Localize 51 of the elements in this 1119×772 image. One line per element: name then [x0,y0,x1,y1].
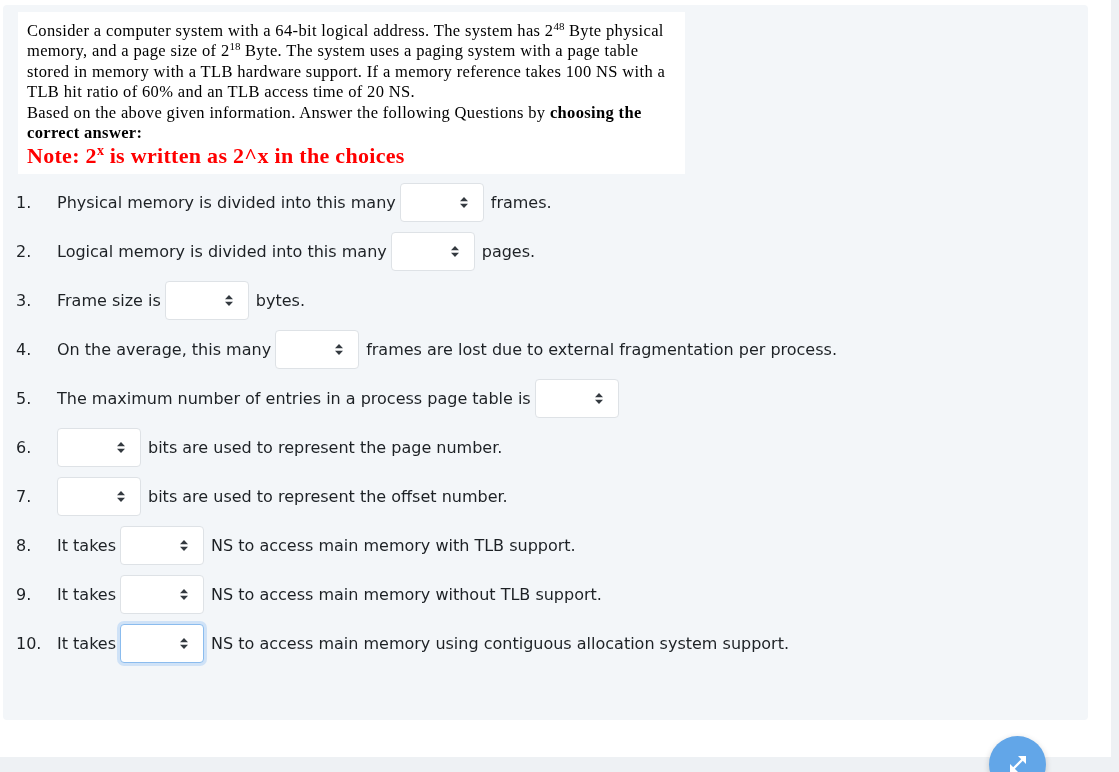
up-down-caret-icon [594,393,603,405]
question-text: It takes [57,634,117,654]
question-text: bits are used to represent the offset number. [148,487,508,507]
question-number: 9. [16,585,33,605]
note-text: Note: 2$^{x}$ is written as 2^x in the choices [27,144,406,169]
up-down-caret-icon [180,589,189,601]
question-text: bytes. [255,291,305,311]
question-number: 5. [16,389,33,409]
answer-select[interactable] [534,379,619,419]
answer-select[interactable] [120,526,205,566]
up-down-caret-icon [117,442,125,454]
answer-select[interactable] [399,183,484,223]
answer-select[interactable] [275,330,360,370]
up-down-caret-icon [224,295,233,307]
question-number: 6. [16,438,33,458]
question-number: 3. [16,291,33,311]
instruction-text: Based on the above given information. Answer the following Questions by choosing the correct answer: [27,102,643,144]
question-number: 8. [16,536,33,556]
question-text: bits are used to represent the page number. [148,438,503,458]
answer-select[interactable] [57,428,141,468]
question-text: NS to access main memory without TLB support. [211,585,602,605]
question-text: Logical memory is divided into this many [57,242,387,262]
answer-select[interactable] [164,281,249,321]
up-down-caret-icon [180,638,189,650]
answer-select[interactable] [120,575,205,615]
up-down-caret-icon [180,540,189,552]
question-text: It takes [57,536,117,556]
question-text: The maximum number of entries in a process page table is [57,389,531,409]
answer-select[interactable] [390,232,475,272]
question-number: 4. [16,340,33,360]
answer-select[interactable] [120,624,205,664]
question-text: NS to access main memory using contiguous allocation system support. [211,634,790,654]
up-down-caret-icon [335,344,344,356]
question-text: frames. [490,193,552,213]
question-number: 1. [16,193,33,213]
answer-select[interactable] [57,477,141,517]
question-text: frames are lost due to external fragmentation per process. [366,340,837,360]
up-down-caret-icon [459,197,468,209]
question-text: Frame size is [57,291,161,311]
question-text: Physical memory is divided into this many [57,193,396,213]
diagonal-arrows-icon [1008,754,1027,772]
up-down-caret-icon [450,246,459,258]
question-text: On the average, this many [57,340,272,360]
question-text: NS to access main memory with TLB support. [211,536,576,556]
passage-text: Consider a computer system with a 64-bit logical address. The system has 2$^{48}$ Byte physical memory, and a page size of 2$^{18}$ Byte. The system uses a paging system with a page table stored in memory with a TLB hardware support. If a memory reference takes 100 NS with a TLB hit ratio of 60% and an TLB access time of 20 NS. [27,21,667,103]
question-number: 2. [16,242,33,262]
question-number: 10. [16,634,43,654]
up-down-caret-icon [117,491,125,503]
question-text: It takes [57,585,117,605]
question-number: 7. [16,487,33,507]
question-text: pages. [481,242,536,262]
